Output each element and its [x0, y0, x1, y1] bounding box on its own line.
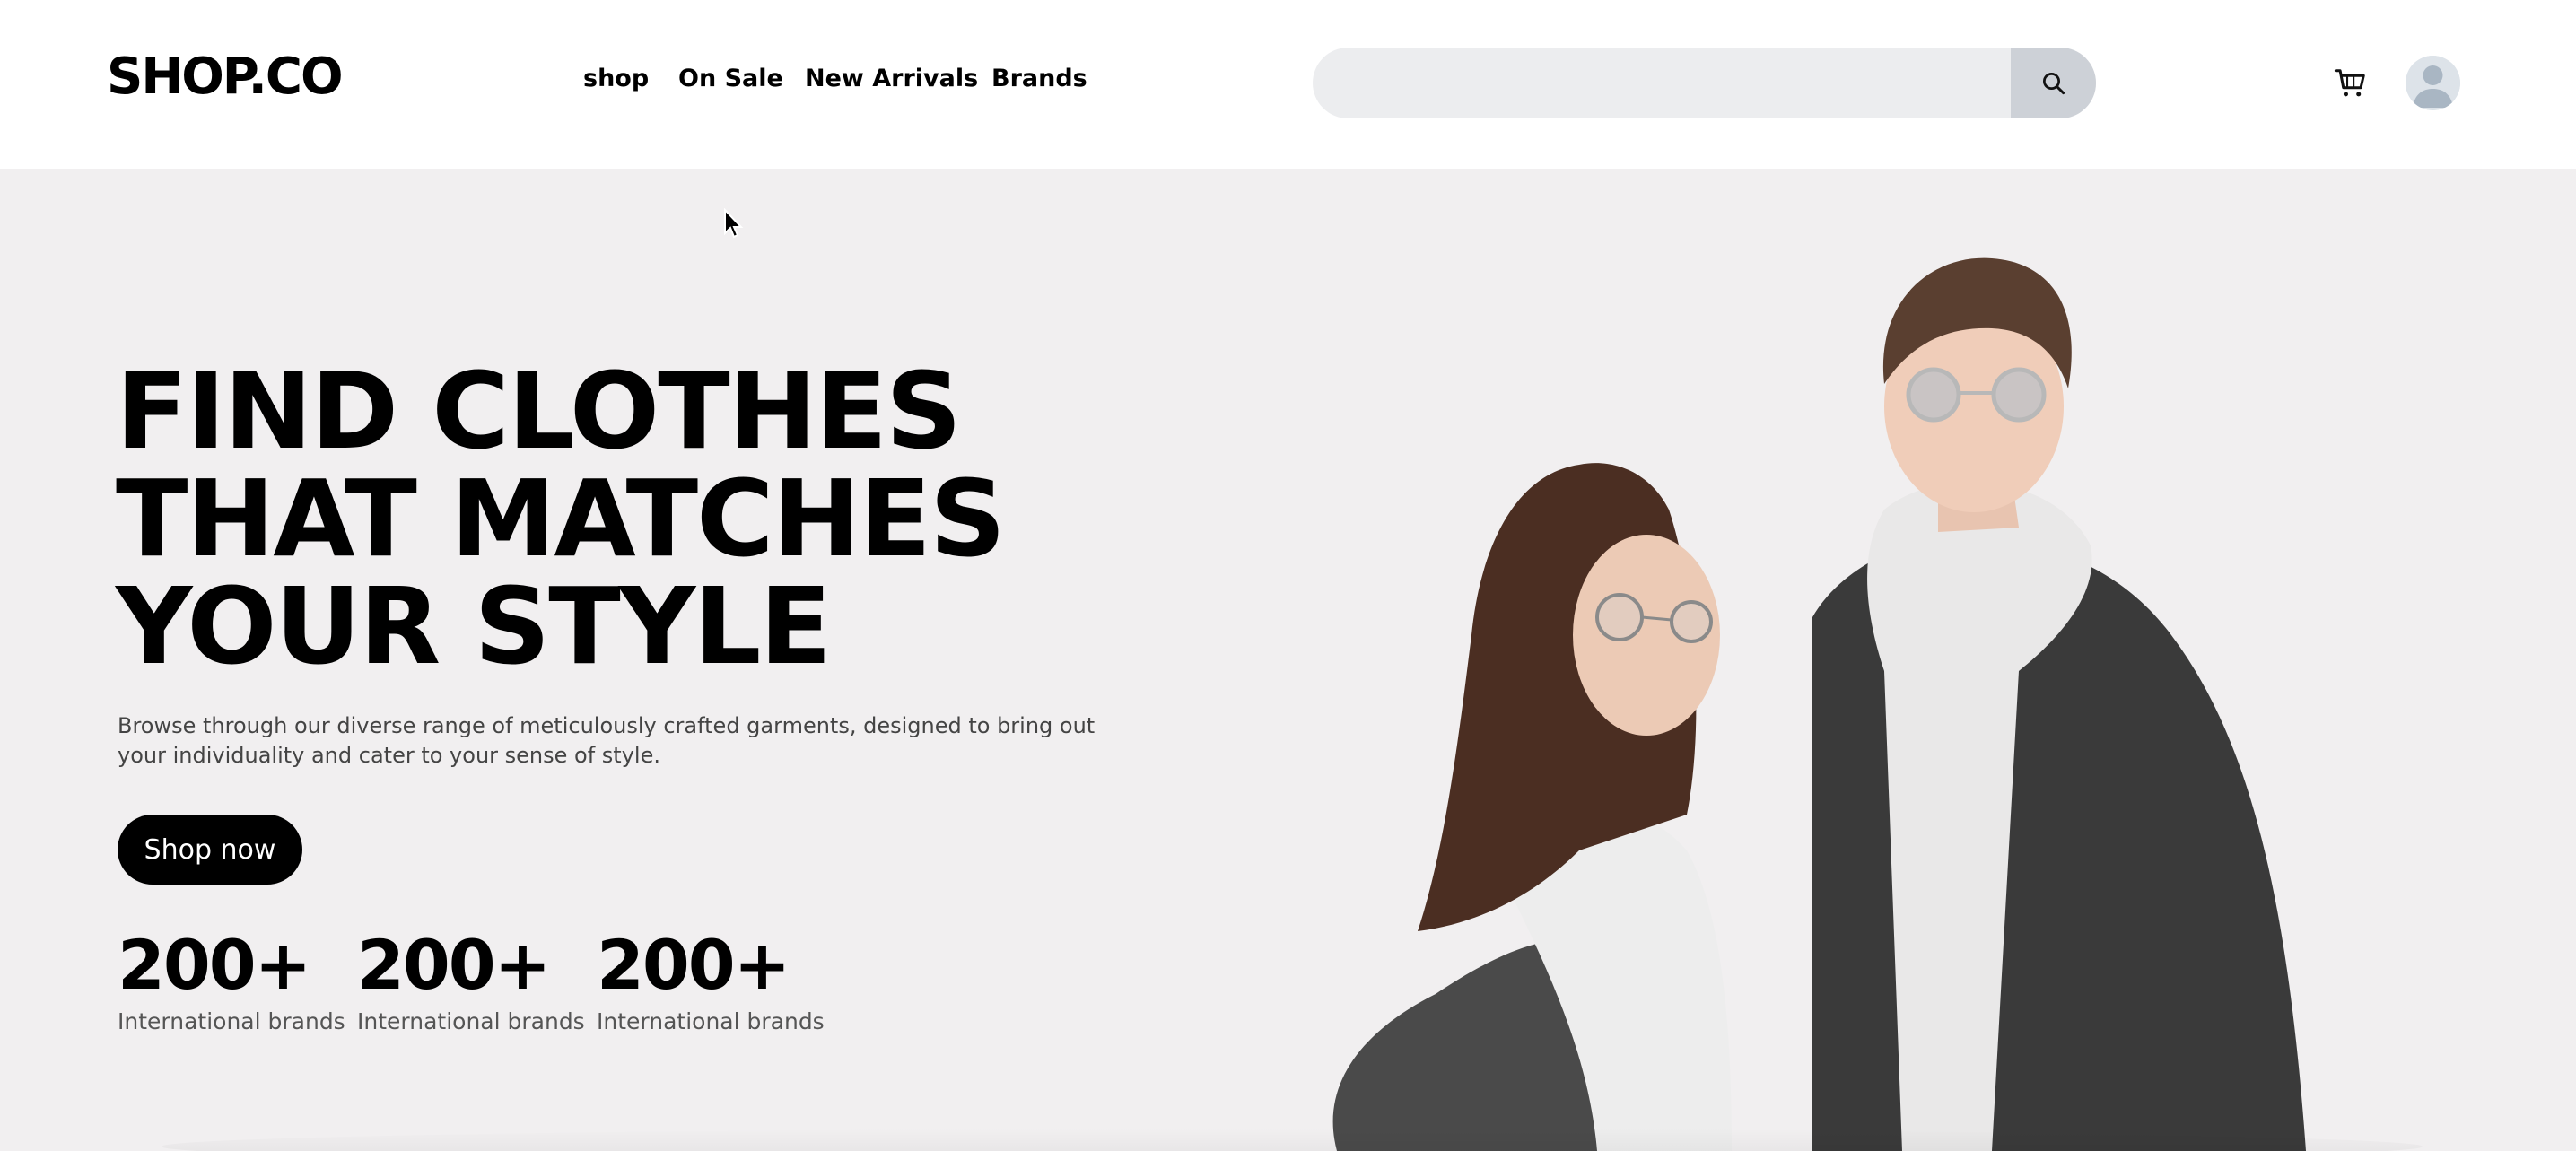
hero-title-line: FIND CLOTHES	[116, 349, 962, 473]
stat-value: 200+	[597, 925, 790, 1005]
stat-item: 200+ International brands	[357, 925, 585, 1035]
hero-title-line: YOUR STYLE	[116, 564, 832, 688]
stat-item: 200+ International brands	[597, 925, 825, 1035]
stat-item: 200+ International brands	[118, 925, 345, 1035]
hero-title-line: THAT MATCHES	[116, 457, 1006, 580]
cart-icon[interactable]	[2334, 66, 2368, 100]
nav-new-arrivals[interactable]: New Arrivals	[805, 66, 978, 91]
search-icon	[2042, 72, 2065, 94]
hero-description: Browse through our diverse range of meti…	[118, 713, 1096, 768]
site-header: SHOP.CO shop On Sale New Arrivals Brands	[0, 0, 2576, 169]
stat-value: 200+	[118, 925, 311, 1005]
nav-shop[interactable]: shop	[583, 66, 649, 91]
stat-value: 200+	[357, 925, 551, 1005]
site-logo[interactable]: SHOP.CO	[107, 52, 344, 102]
search-button[interactable]	[2011, 48, 2096, 118]
hero-image	[1332, 257, 2306, 1151]
user-avatar-icon	[2406, 56, 2460, 110]
nav-brands[interactable]: Brands	[991, 66, 1087, 91]
user-avatar[interactable]	[2406, 56, 2460, 110]
stat-label: International brands	[357, 1008, 585, 1034]
shop-now-button[interactable]: Shop now	[118, 815, 302, 885]
hero-section: FIND CLOTHES THAT MATCHES YOUR STYLE Bro…	[0, 169, 2576, 1151]
stat-label: International brands	[597, 1008, 825, 1034]
nav-on-sale[interactable]: On Sale	[678, 66, 783, 91]
search-input[interactable]	[1313, 48, 2011, 118]
mouse-cursor-icon	[724, 208, 744, 239]
stat-label: International brands	[118, 1008, 345, 1034]
search-bar	[1313, 48, 2096, 118]
hero-title: FIND CLOTHES THAT MATCHES YOUR STYLE	[116, 349, 1006, 688]
